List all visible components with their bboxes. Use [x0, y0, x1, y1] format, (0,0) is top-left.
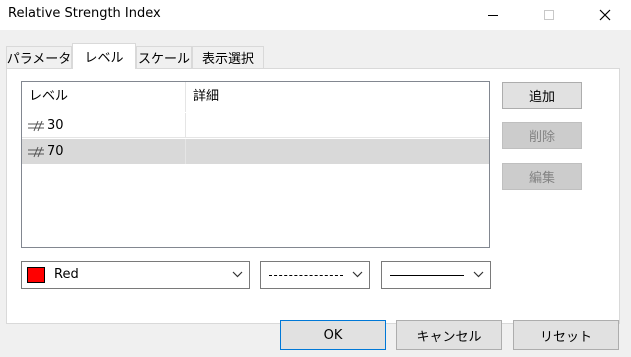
column-header-level[interactable]: レベル	[22, 82, 186, 112]
maximize-button	[526, 0, 572, 30]
minimize-button[interactable]	[470, 0, 516, 30]
dashed-line-icon	[269, 275, 343, 276]
level-value: 70	[47, 144, 64, 159]
color-name: Red	[54, 267, 79, 282]
level-cell: 70	[22, 139, 186, 164]
tab-parameters[interactable]: パラメータ	[6, 46, 72, 68]
cancel-button[interactable]: キャンセル	[396, 320, 502, 350]
level-cell: 30	[22, 113, 186, 138]
tab-scale[interactable]: スケール	[136, 46, 192, 68]
list-header: レベル 詳細	[22, 82, 489, 112]
reset-button[interactable]: リセット	[513, 320, 619, 350]
line-width-select[interactable]	[381, 261, 491, 289]
color-select[interactable]: Red	[21, 261, 250, 289]
levels-list[interactable]: レベル 詳細 30 70	[21, 81, 490, 248]
add-button[interactable]: 追加	[502, 82, 582, 109]
edit-button[interactable]: 編集	[502, 163, 582, 190]
minimize-icon	[488, 14, 498, 16]
detail-cell	[186, 113, 489, 138]
level-line-icon	[28, 120, 44, 131]
delete-button[interactable]: 削除	[502, 122, 582, 149]
ok-button[interactable]: OK	[280, 320, 386, 350]
dialog-body: パラメータ レベル スケール 表示選択 レベル 詳細 30 70 追加 削除 編…	[0, 30, 631, 357]
chevron-down-icon	[352, 271, 363, 278]
color-swatch	[27, 267, 45, 283]
line-style-select[interactable]	[260, 261, 370, 289]
close-icon	[599, 9, 611, 21]
tab-visualization[interactable]: 表示選択	[192, 46, 264, 68]
level-value: 30	[47, 118, 64, 133]
tab-levels[interactable]: レベル	[72, 43, 136, 69]
close-button[interactable]	[582, 0, 628, 30]
chevron-down-icon	[473, 271, 484, 278]
solid-line-icon	[390, 275, 464, 276]
table-row[interactable]: 70	[22, 139, 489, 164]
window-title: Relative Strength Index	[8, 6, 161, 21]
detail-cell	[186, 139, 489, 164]
title-bar: Relative Strength Index	[0, 0, 631, 30]
maximize-icon	[544, 10, 554, 20]
table-row[interactable]: 30	[22, 113, 489, 138]
column-header-detail[interactable]: 詳細	[186, 82, 489, 112]
chevron-down-icon	[232, 271, 243, 278]
tab-panel-levels: レベル 詳細 30 70 追加 削除 編集 Red	[6, 68, 620, 324]
level-line-icon	[28, 146, 44, 157]
